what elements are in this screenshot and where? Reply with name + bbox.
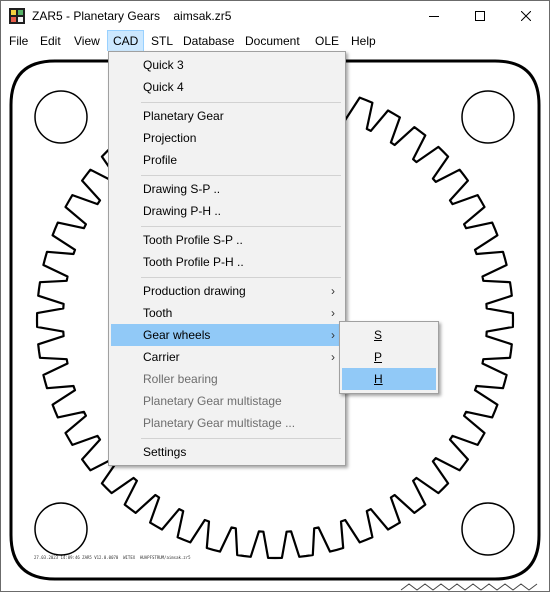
menu-separator [141, 226, 341, 227]
menu-view[interactable]: View [69, 31, 105, 51]
menu-separator [141, 438, 341, 439]
menu-item-planetary-gear-multistage[interactable]: Planetary Gear multistage [111, 390, 343, 412]
menu-separator [141, 102, 341, 103]
menu-item-production-drawing[interactable]: Production drawing › [111, 280, 343, 302]
menu-item-planetary-gear-multistage-dialog[interactable]: Planetary Gear multistage ... [111, 412, 343, 434]
menu-file[interactable]: File [4, 31, 33, 51]
minimize-button[interactable] [411, 1, 457, 31]
menu-cad[interactable]: CAD [106, 30, 145, 52]
window-title: ZAR5 - Planetary Gears aimsak.zr5 [32, 9, 232, 23]
menu-item-tooth[interactable]: Tooth › [111, 302, 343, 324]
menu-item-quick-3[interactable]: Quick 3 [111, 54, 343, 76]
maximize-button[interactable] [457, 1, 503, 31]
menu-edit[interactable]: Edit [35, 31, 66, 51]
menu-item-profile[interactable]: Profile [111, 149, 343, 171]
menu-item-quick-4[interactable]: Quick 4 [111, 76, 343, 98]
bolt-hole-top-left [34, 90, 88, 144]
company-logo-stamp [400, 583, 538, 591]
menu-item-drawing-p-h[interactable]: Drawing P-H .. [111, 200, 343, 222]
chevron-right-icon: › [331, 284, 335, 298]
menu-bar: File Edit View CAD STL Database Document… [1, 30, 549, 52]
menu-item-tooth-profile-p-h[interactable]: Tooth Profile P-H .. [111, 251, 343, 273]
menu-document[interactable]: Document [240, 31, 305, 51]
close-icon [521, 11, 531, 21]
minimize-icon [429, 16, 439, 17]
gear-wheels-submenu: S P H [339, 321, 439, 394]
app-icon [9, 8, 25, 24]
menu-item-tooth-profile-s-p[interactable]: Tooth Profile S-P .. [111, 229, 343, 251]
menu-item-drawing-s-p[interactable]: Drawing S-P .. [111, 178, 343, 200]
drawing-title-block-text: 27.03.2023 14:09:46 ZAR5 V12.0.0070 WITE… [34, 555, 191, 560]
menu-item-gear-wheels[interactable]: Gear wheels › [111, 324, 343, 346]
chevron-right-icon: › [331, 328, 335, 342]
close-button[interactable] [503, 1, 549, 31]
maximize-icon [475, 11, 485, 21]
menu-separator [141, 277, 341, 278]
bolt-hole-bottom-left [34, 502, 88, 556]
menu-item-carrier[interactable]: Carrier › [111, 346, 343, 368]
title-bar[interactable]: ZAR5 - Planetary Gears aimsak.zr5 [1, 1, 549, 31]
menu-item-planetary-gear[interactable]: Planetary Gear [111, 105, 343, 127]
chevron-right-icon: › [331, 350, 335, 364]
submenu-item-p[interactable]: P [342, 346, 436, 368]
menu-item-settings[interactable]: Settings [111, 441, 343, 463]
menu-database[interactable]: Database [178, 31, 239, 51]
bolt-hole-top-right [461, 90, 515, 144]
menu-stl[interactable]: STL [146, 31, 178, 51]
submenu-item-h[interactable]: H [342, 368, 436, 390]
menu-ole[interactable]: OLE [310, 31, 344, 51]
submenu-item-s[interactable]: S [342, 324, 436, 346]
menu-item-roller-bearing[interactable]: Roller bearing [111, 368, 343, 390]
menu-separator [141, 175, 341, 176]
chevron-right-icon: › [331, 306, 335, 320]
cad-dropdown-menu: Quick 3 Quick 4 Planetary Gear Projectio… [108, 51, 346, 466]
bolt-hole-bottom-right [461, 502, 515, 556]
menu-help[interactable]: Help [346, 31, 381, 51]
menu-item-projection[interactable]: Projection [111, 127, 343, 149]
application-window: ZAR5 - Planetary Gears aimsak.zr5 File E… [0, 0, 550, 592]
